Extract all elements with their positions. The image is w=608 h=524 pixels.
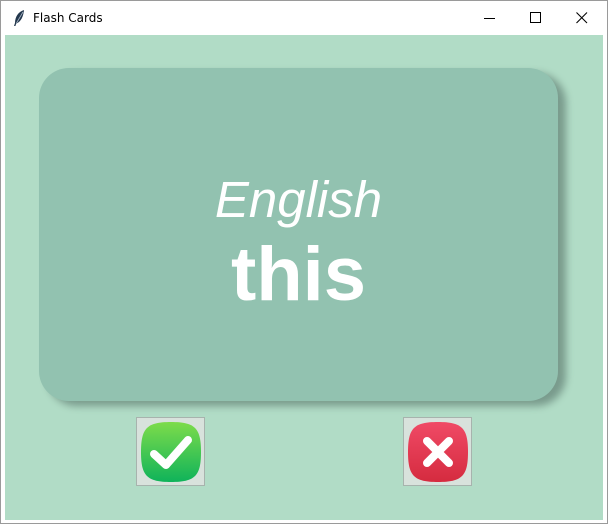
cross-icon bbox=[408, 422, 468, 482]
minimize-button[interactable] bbox=[467, 1, 513, 34]
title-bar[interactable]: Flash Cards bbox=[1, 1, 607, 34]
app-window: Flash Cards English this bbox=[0, 0, 608, 524]
app-canvas: English this bbox=[5, 35, 603, 520]
maximize-icon bbox=[530, 12, 541, 23]
known-button[interactable] bbox=[136, 417, 205, 486]
card-word: this bbox=[230, 232, 367, 317]
window-title: Flash Cards bbox=[33, 11, 103, 25]
maximize-button[interactable] bbox=[513, 1, 559, 34]
checkmark-icon bbox=[141, 422, 201, 482]
unknown-button[interactable] bbox=[403, 417, 472, 486]
feather-icon bbox=[12, 9, 26, 27]
close-button[interactable] bbox=[559, 1, 605, 34]
card-language: English bbox=[214, 171, 383, 228]
close-icon bbox=[576, 12, 588, 24]
minimize-icon bbox=[484, 18, 495, 19]
flash-card: English this bbox=[39, 68, 558, 401]
